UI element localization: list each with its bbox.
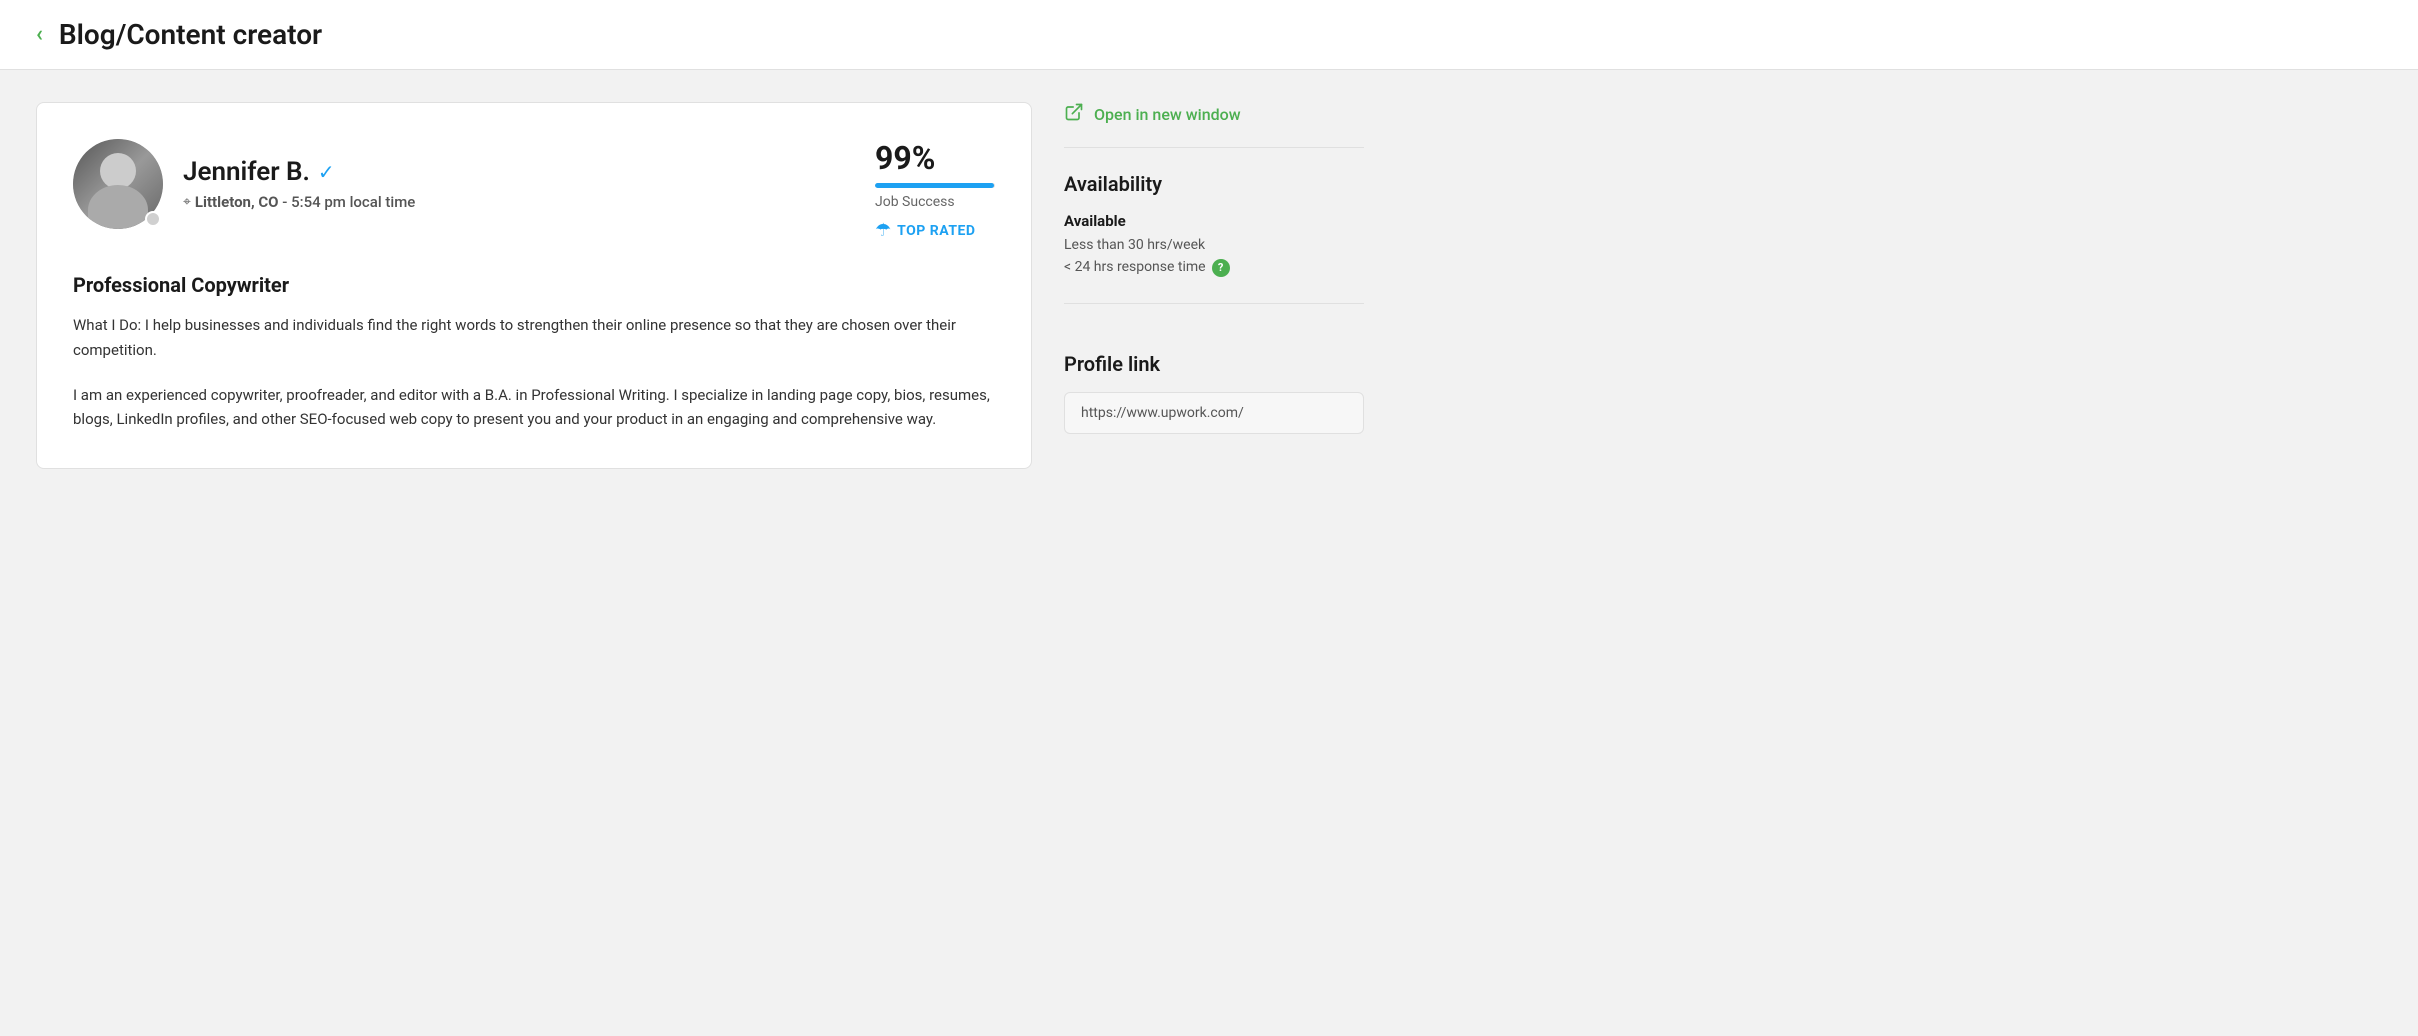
profile-link-section: Profile link https://www.upwork.com/ [1064,352,1364,434]
open-new-window-button[interactable]: Open in new window [1064,102,1364,147]
shield-icon: ☂ [875,220,891,241]
local-time-separator: - [282,193,291,211]
profile-info: Jennifer B. ✓ ⌖ Littleton, CO - 5:54 pm … [183,157,415,211]
profile-left: Jennifer B. ✓ ⌖ Littleton, CO - 5:54 pm … [73,139,415,229]
profile-name: Jennifer B. [183,157,310,187]
availability-section: Availability Available Less than 30 hrs/… [1064,172,1364,279]
job-success-percent: 99% [875,139,935,177]
back-button[interactable]: ‹ [36,24,43,46]
top-rated-badge: ☂ TOP RATED [875,220,975,241]
sidebar-divider-2 [1064,303,1364,304]
response-time-text: < 24 hrs response time [1064,256,1206,278]
open-new-window-label: Open in new window [1094,105,1241,124]
avatar [73,139,163,229]
location-pin-icon: ⌖ [183,194,191,210]
profile-bio: What I Do: I help businesses and individ… [73,313,995,432]
sidebar-divider-1 [1064,147,1364,148]
online-indicator [145,211,161,227]
profile-headline: Professional Copywriter [73,273,995,297]
progress-bar-fill [875,183,994,188]
profile-link-box[interactable]: https://www.upwork.com/ [1064,392,1364,434]
local-time: 5:54 pm local time [291,193,415,211]
main-content: Jennifer B. ✓ ⌖ Littleton, CO - 5:54 pm … [0,70,1400,501]
top-rated-text: TOP RATED [897,223,975,239]
profile-header: Jennifer B. ✓ ⌖ Littleton, CO - 5:54 pm … [73,139,995,241]
header: ‹ Blog/Content creator [0,0,2418,70]
page-title: Blog/Content creator [59,18,322,51]
profile-body: Professional Copywriter What I Do: I hel… [73,273,995,432]
bio-paragraph-2: I am an experienced copywriter, proofrea… [73,383,995,433]
profile-name-row: Jennifer B. ✓ [183,157,415,187]
job-success-progress-bar [875,183,995,188]
location-text: Littleton, CO - 5:54 pm local time [195,193,415,211]
profile-card: Jennifer B. ✓ ⌖ Littleton, CO - 5:54 pm … [36,102,1032,469]
bio-paragraph-1: What I Do: I help businesses and individ… [73,313,995,363]
availability-hours: Less than 30 hrs/week [1064,234,1364,256]
response-time-row: < 24 hrs response time ? [1064,256,1364,278]
availability-title: Availability [1064,172,1364,196]
right-sidebar: Open in new window Availability Availabl… [1064,102,1364,469]
profile-stats: 99% Job Success ☂ TOP RATED [875,139,995,241]
profile-location: ⌖ Littleton, CO - 5:54 pm local time [183,193,415,211]
question-mark-icon[interactable]: ? [1212,259,1230,277]
availability-status: Available [1064,212,1364,230]
profile-link-title: Profile link [1064,352,1364,376]
open-new-window-icon [1064,102,1084,127]
verified-icon: ✓ [318,160,335,184]
job-success-label: Job Success [875,194,955,210]
